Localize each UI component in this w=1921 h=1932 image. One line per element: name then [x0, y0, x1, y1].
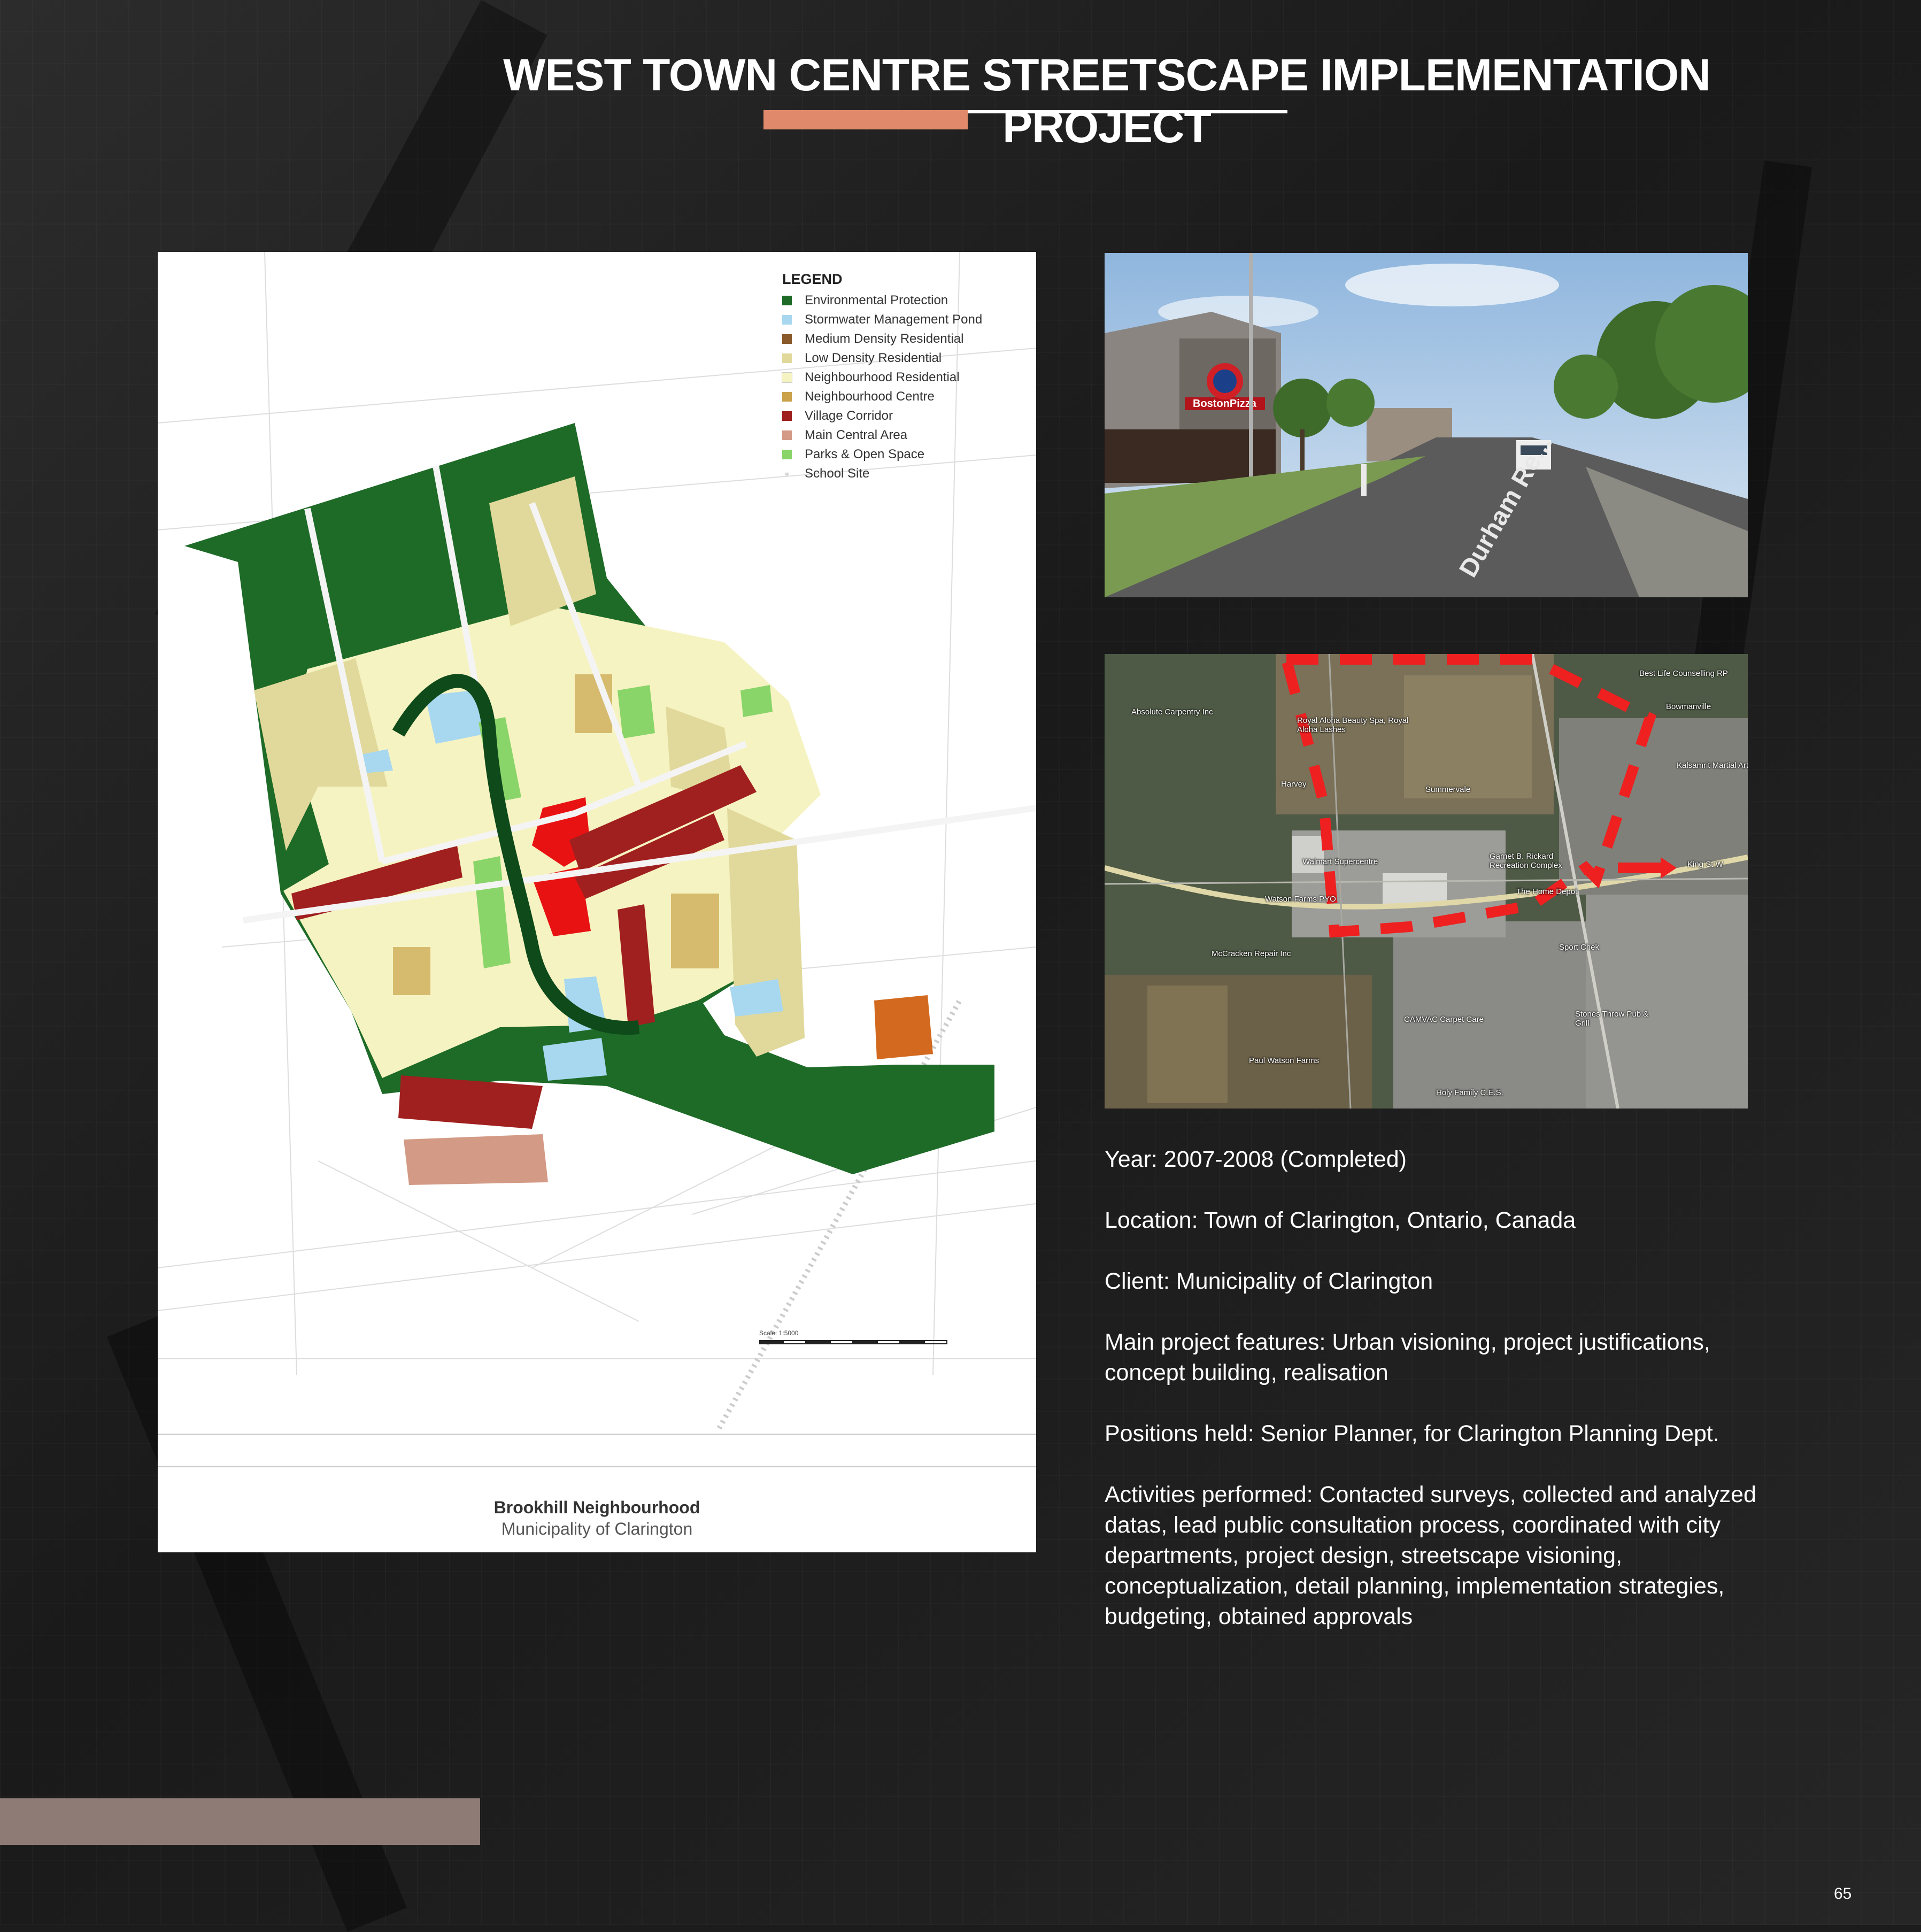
- footer-accent-bar: [0, 1798, 480, 1845]
- legend-swatch: [782, 430, 792, 440]
- scale-bar: [759, 1340, 947, 1344]
- place-label: The Home Depot: [1516, 887, 1578, 896]
- legend-swatch: [782, 353, 792, 363]
- legend-label: Main Central Area: [805, 428, 908, 442]
- place-label: Stones Throw Pub & Grill: [1575, 1010, 1649, 1028]
- page-title: WEST TOWN CENTRE STREETSCAPE IMPLEMENTAT…: [503, 50, 1711, 152]
- aerial-drawing: [1105, 654, 1748, 1109]
- streetscape-photo: BostonPizza Durham Re...: [1105, 253, 1748, 597]
- legend-label: School Site: [805, 466, 870, 481]
- legend-label: Village Corridor: [805, 409, 893, 423]
- place-label: Watson Farms PYO: [1265, 895, 1336, 904]
- map-footer-divider: [158, 1466, 1036, 1467]
- legend-swatch: [782, 372, 792, 383]
- legend-item: Neighbourhood Centre: [782, 387, 982, 406]
- aerial-map: Best Life Counselling RP Absolute Carpen…: [1105, 654, 1748, 1109]
- legend-label: Parks & Open Space: [805, 447, 925, 461]
- map-legend: LEGEND Environmental Protection Stormwat…: [782, 271, 982, 483]
- legend-swatch: [782, 334, 792, 344]
- map-name: Brookhill Neighbourhood: [493, 1498, 700, 1517]
- project-info: Year: 2007-2008 (Completed) Location: To…: [1105, 1144, 1762, 1662]
- place-label: Walmart Supercentre: [1302, 857, 1378, 866]
- legend-item: ▫ School Site: [782, 464, 982, 483]
- place-label: Absolute Carpentry Inc: [1131, 707, 1213, 717]
- place-label: Best Life Counselling RP: [1639, 669, 1728, 678]
- legend-swatch: [782, 450, 792, 459]
- legend-label: Neighbourhood Centre: [805, 389, 935, 404]
- info-features: Main project features: Urban visioning, …: [1105, 1329, 1710, 1386]
- info-year: Year: 2007-2008 (Completed): [1105, 1146, 1407, 1172]
- streetscape-drawing: BostonPizza Durham Re...: [1105, 253, 1748, 597]
- place-label: CAMVAC Carpet Care: [1404, 1015, 1484, 1024]
- legend-item: Main Central Area: [782, 426, 982, 445]
- map-subtitle: Municipality of Clarington: [501, 1519, 693, 1538]
- place-label: McCracken Repair Inc: [1212, 949, 1291, 958]
- place-label: Holy Family C.E.S.: [1436, 1088, 1503, 1097]
- legend-label: Low Density Residential: [805, 351, 942, 365]
- legend-label: Stormwater Management Pond: [805, 312, 983, 327]
- legend-item: Village Corridor: [782, 406, 982, 426]
- legend-swatch: [782, 315, 792, 325]
- info-location: Location: Town of Clarington, Ontario, C…: [1105, 1207, 1576, 1233]
- info-client: Client: Municipality of Clarington: [1105, 1268, 1433, 1294]
- legend-item: Stormwater Management Pond: [782, 310, 982, 329]
- legend-label: Environmental Protection: [805, 293, 948, 307]
- legend-swatch: [782, 411, 792, 421]
- land-use-map: LEGEND Environmental Protection Stormwat…: [158, 252, 1036, 1552]
- place-label: Bowmanville: [1666, 702, 1711, 711]
- legend-swatch: [782, 296, 792, 305]
- legend-swatch: [782, 392, 792, 402]
- place-label: Sport Chek: [1559, 943, 1600, 952]
- place-label: Garnet B. Rickard Recreation Complex: [1490, 852, 1562, 870]
- place-label: King St W: [1687, 860, 1723, 869]
- legend-title: LEGEND: [782, 271, 843, 287]
- legend-swatch: ▫: [785, 468, 789, 479]
- legend-item: Neighbourhood Residential: [782, 368, 982, 387]
- place-label: Harvey: [1281, 780, 1307, 789]
- legend-item: Medium Density Residential: [782, 329, 982, 349]
- legend-label: Neighbourhood Residential: [805, 370, 960, 384]
- scale-label: Scale: 1:5000: [759, 1329, 799, 1337]
- legend-label: Medium Density Residential: [805, 332, 964, 346]
- page-number: 65: [1834, 1885, 1852, 1903]
- store-sign: BostonPizza: [1193, 398, 1257, 410]
- place-label: Summervale: [1425, 785, 1471, 794]
- info-activities: Activities performed: Contacted surveys,…: [1105, 1482, 1756, 1629]
- place-label: Kalsamrit Martial Arts: [1677, 761, 1748, 770]
- map-scale: Scale: 1:5000: [759, 1329, 947, 1344]
- info-positions: Positions held: Senior Planner, for Clar…: [1105, 1421, 1719, 1446]
- place-label: Paul Watson Farms: [1249, 1056, 1320, 1065]
- place-label: Royal Aloha Beauty Spa, Royal Aloha Lash…: [1297, 716, 1409, 734]
- title-accent-bar: [763, 110, 968, 129]
- legend-item: Environmental Protection: [782, 291, 982, 310]
- legend-item: Low Density Residential: [782, 349, 982, 368]
- legend-item: Parks & Open Space: [782, 445, 982, 464]
